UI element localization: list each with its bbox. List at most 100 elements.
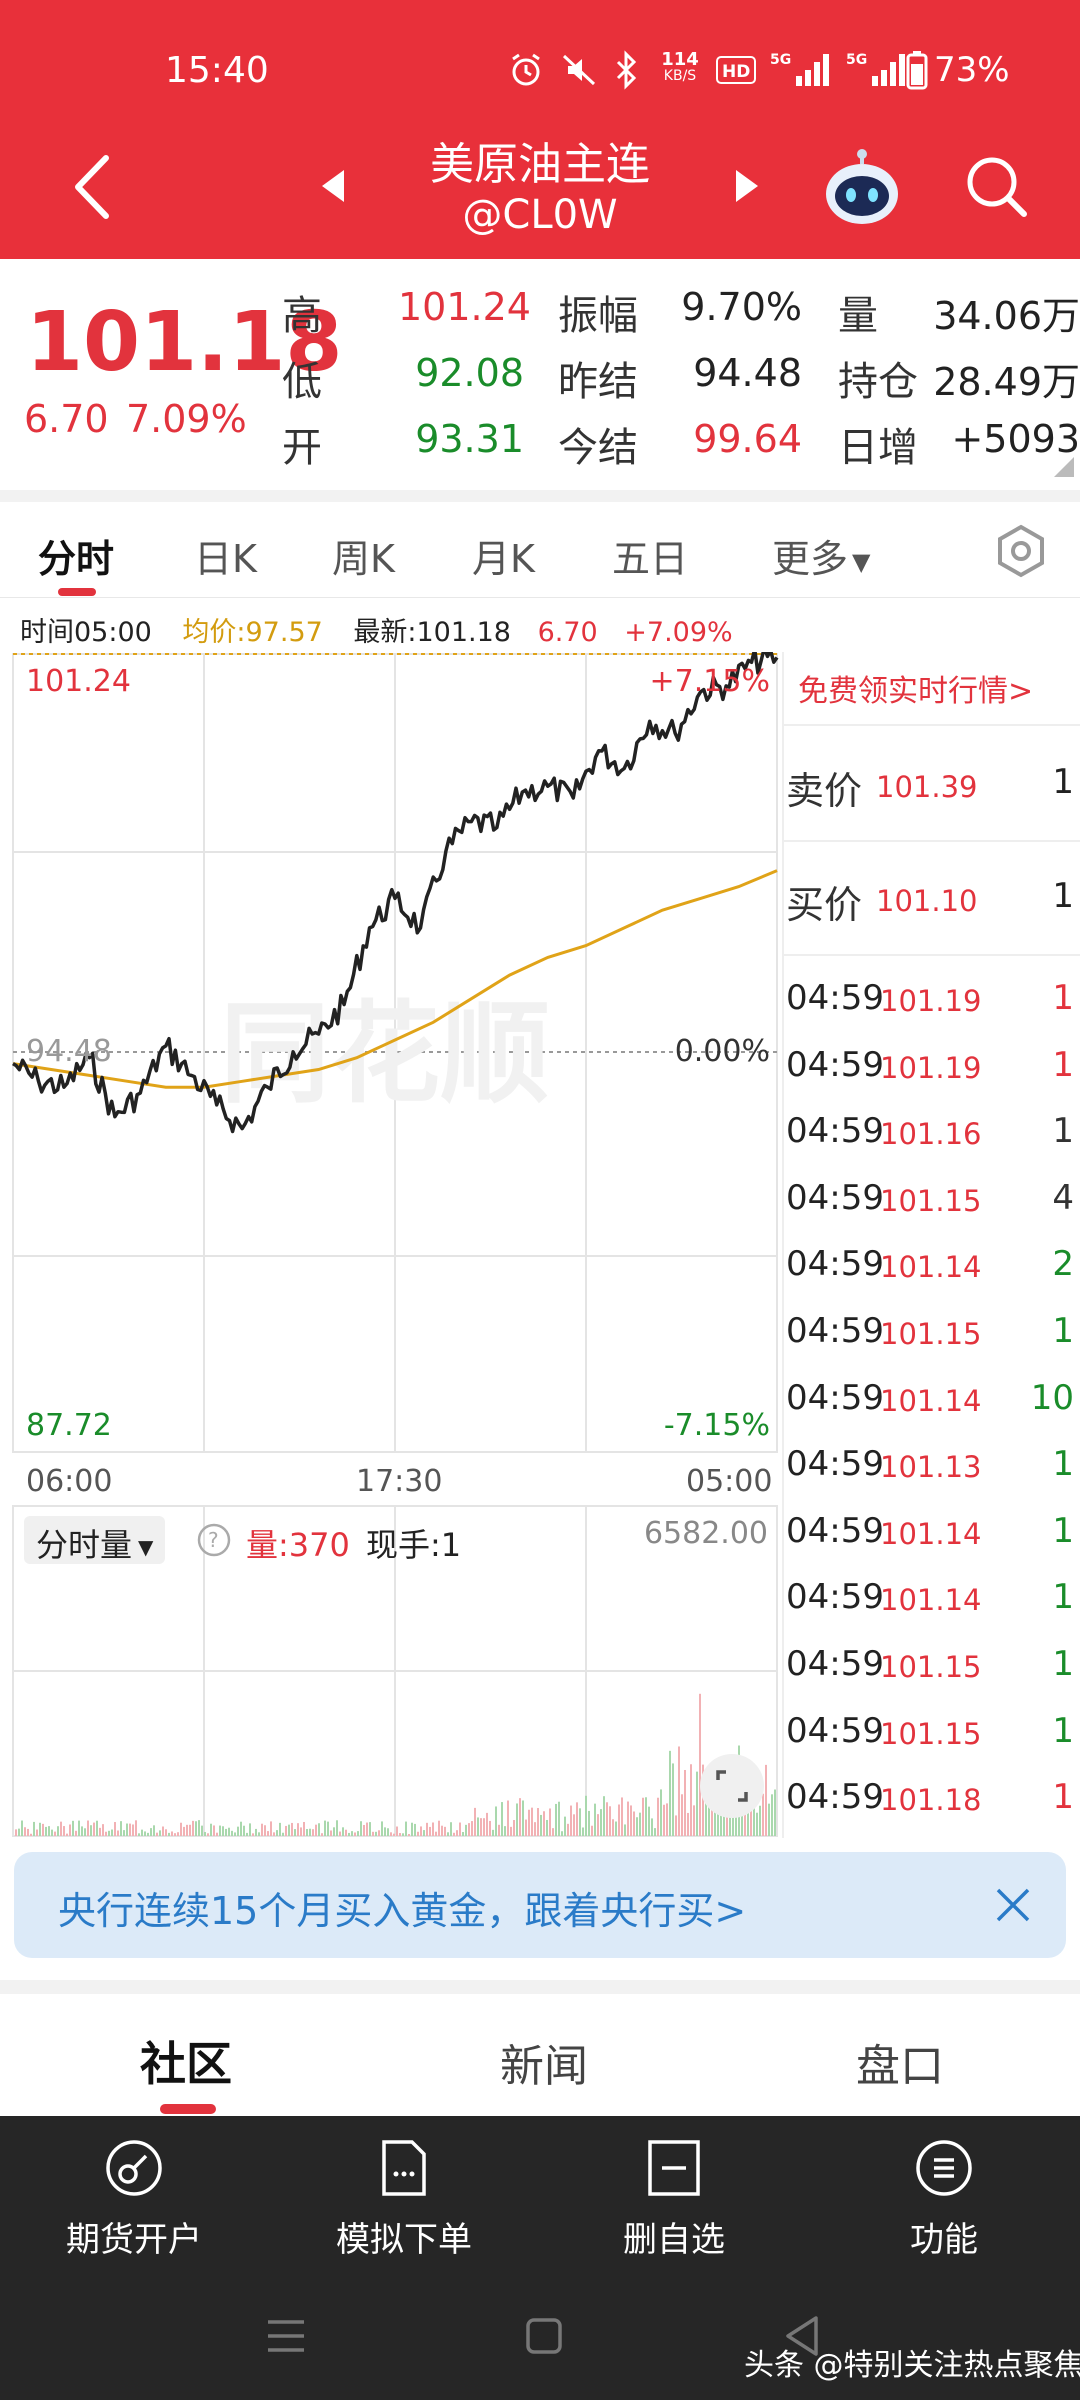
volume-bar	[552, 1828, 554, 1836]
volume-bar	[303, 1821, 305, 1836]
order-book-panel: 免费领实时行情> 卖价 101.39 1 买价 101.10 1 04:59 10…	[782, 652, 1080, 1838]
volume-bar	[378, 1830, 380, 1836]
volume-bar	[171, 1831, 173, 1836]
signal-5g-icon-2: 5G	[846, 52, 905, 86]
volume-bar	[693, 1805, 695, 1836]
tick-row: 04:59 101.14 2	[784, 1244, 1080, 1304]
nav-account-open-label: 期货开户	[66, 2220, 202, 2260]
volume-bar	[243, 1825, 245, 1836]
volume-bar	[219, 1825, 221, 1836]
tab-monthly-k[interactable]: 月K	[472, 528, 535, 583]
alarm-icon	[512, 53, 540, 86]
volume-bar	[270, 1821, 272, 1836]
next-contract-icon[interactable]	[732, 166, 762, 206]
app-header: 15:40 114 KB/S HD 5G 5G 73% 美原油主连 @CL0W	[0, 0, 1080, 259]
volume-bar	[288, 1824, 290, 1836]
system-home-icon[interactable]	[522, 2314, 566, 2358]
nav-account-open[interactable]: 期货开户	[34, 2136, 234, 2261]
volume-indicator-select[interactable]: 分时量 ▼	[24, 1516, 166, 1564]
volume-bar	[48, 1826, 50, 1836]
volume-bar	[384, 1827, 386, 1836]
volume-bar	[576, 1802, 578, 1836]
nav-functions[interactable]: 功能	[844, 2136, 1044, 2261]
tab-daily-k[interactable]: 日K	[194, 528, 257, 583]
chart-period-tabs: 分时 日K 周K 月K 五日 更多 ▼	[0, 502, 1080, 598]
volume-bar	[318, 1823, 320, 1836]
back-icon[interactable]	[68, 152, 118, 222]
volume-bar	[348, 1832, 350, 1836]
help-icon[interactable]: ?	[196, 1522, 232, 1558]
volume-bar	[39, 1822, 41, 1836]
volume-bar	[393, 1833, 395, 1836]
volume-bar	[222, 1826, 224, 1836]
tick-price: 101.13	[880, 1450, 982, 1485]
free-realtime-link[interactable]: 免费领实时行情>	[798, 666, 1033, 710]
section-tabs: 社区 新闻 盘口	[0, 1994, 1080, 2116]
volume-bar	[291, 1822, 293, 1836]
volume-bar	[381, 1821, 383, 1836]
volume-bar	[189, 1824, 191, 1836]
tick-price: 101.14	[880, 1250, 982, 1285]
volume-bar	[630, 1805, 632, 1836]
tick-price: 101.19	[880, 1050, 982, 1085]
nav-remove-watchlist[interactable]: 删自选	[574, 2136, 774, 2261]
volume-bar	[567, 1823, 569, 1836]
volume-bar	[144, 1831, 146, 1836]
prev-settle-value: 94.48	[693, 351, 802, 395]
settings-icon[interactable]	[994, 524, 1048, 578]
tick-qty: 2	[1052, 1244, 1074, 1285]
expand-corner-icon[interactable]	[1054, 457, 1074, 477]
volume-bar	[84, 1828, 86, 1836]
price-change-pct: 7.09%	[126, 397, 247, 441]
volume-bar	[225, 1828, 227, 1836]
svg-text:HD: HD	[722, 62, 750, 82]
info-change: 6.70	[537, 617, 598, 648]
bid-qty: 1	[1052, 876, 1074, 916]
volume-bar	[351, 1831, 353, 1836]
tick-qty: 1	[1052, 1311, 1074, 1351]
tab-intraday[interactable]: 分时	[38, 528, 114, 583]
nav-simulate-order[interactable]: 模拟下单	[304, 2136, 504, 2261]
promo-banner[interactable]: 央行连续15个月买入黄金，跟着央行买>	[14, 1852, 1066, 1958]
volume-bar	[147, 1832, 149, 1836]
tick-time: 04:59	[786, 1777, 884, 1818]
volume-bar	[660, 1789, 662, 1836]
fullscreen-button[interactable]	[700, 1754, 764, 1818]
quote-panel: 101.18 6.70 7.09% 高 低 开 101.24 92.08 93.…	[0, 259, 1080, 489]
volume-bar	[228, 1827, 230, 1836]
divider	[784, 954, 1080, 956]
tab-order-book[interactable]: 盘口	[856, 2030, 944, 2094]
system-menu-icon[interactable]	[262, 2314, 310, 2358]
volume-bar	[282, 1832, 284, 1836]
open-label: 开	[282, 425, 322, 471]
volume-bar	[327, 1821, 329, 1836]
volume-bar	[138, 1833, 140, 1836]
volume-bar	[96, 1820, 98, 1836]
menu-icon	[916, 2140, 972, 2196]
close-icon[interactable]	[992, 1884, 1034, 1926]
volume-bar	[255, 1828, 257, 1836]
tab-community[interactable]: 社区	[140, 2028, 232, 2094]
volume-bar	[60, 1821, 62, 1836]
tick-row: 04:59 101.15 1	[784, 1311, 1080, 1371]
volume-bar	[279, 1822, 281, 1836]
ask-label: 卖价	[786, 769, 863, 813]
volume-bar	[474, 1807, 476, 1836]
volume-bar	[573, 1814, 575, 1836]
volume-bar	[591, 1825, 593, 1836]
price-chart[interactable]: 同花顺	[0, 652, 780, 1838]
volume-bar	[63, 1826, 65, 1836]
robot-assistant-icon[interactable]	[820, 148, 904, 232]
tab-news[interactable]: 新闻	[500, 2030, 588, 2094]
tab-five-day[interactable]: 五日	[612, 528, 688, 583]
volume-bar	[543, 1811, 545, 1836]
search-icon[interactable]	[962, 152, 1032, 222]
tab-weekly-k[interactable]: 周K	[332, 528, 395, 583]
tab-more[interactable]: 更多 ▼	[772, 528, 870, 583]
volume-bar	[546, 1819, 548, 1836]
tick-price: 101.15	[880, 1183, 982, 1218]
bluetooth-icon	[616, 50, 637, 90]
volume-bar	[774, 1789, 776, 1836]
volume-bar	[30, 1833, 32, 1836]
tick-row: 04:59 101.19 1	[784, 1045, 1080, 1105]
